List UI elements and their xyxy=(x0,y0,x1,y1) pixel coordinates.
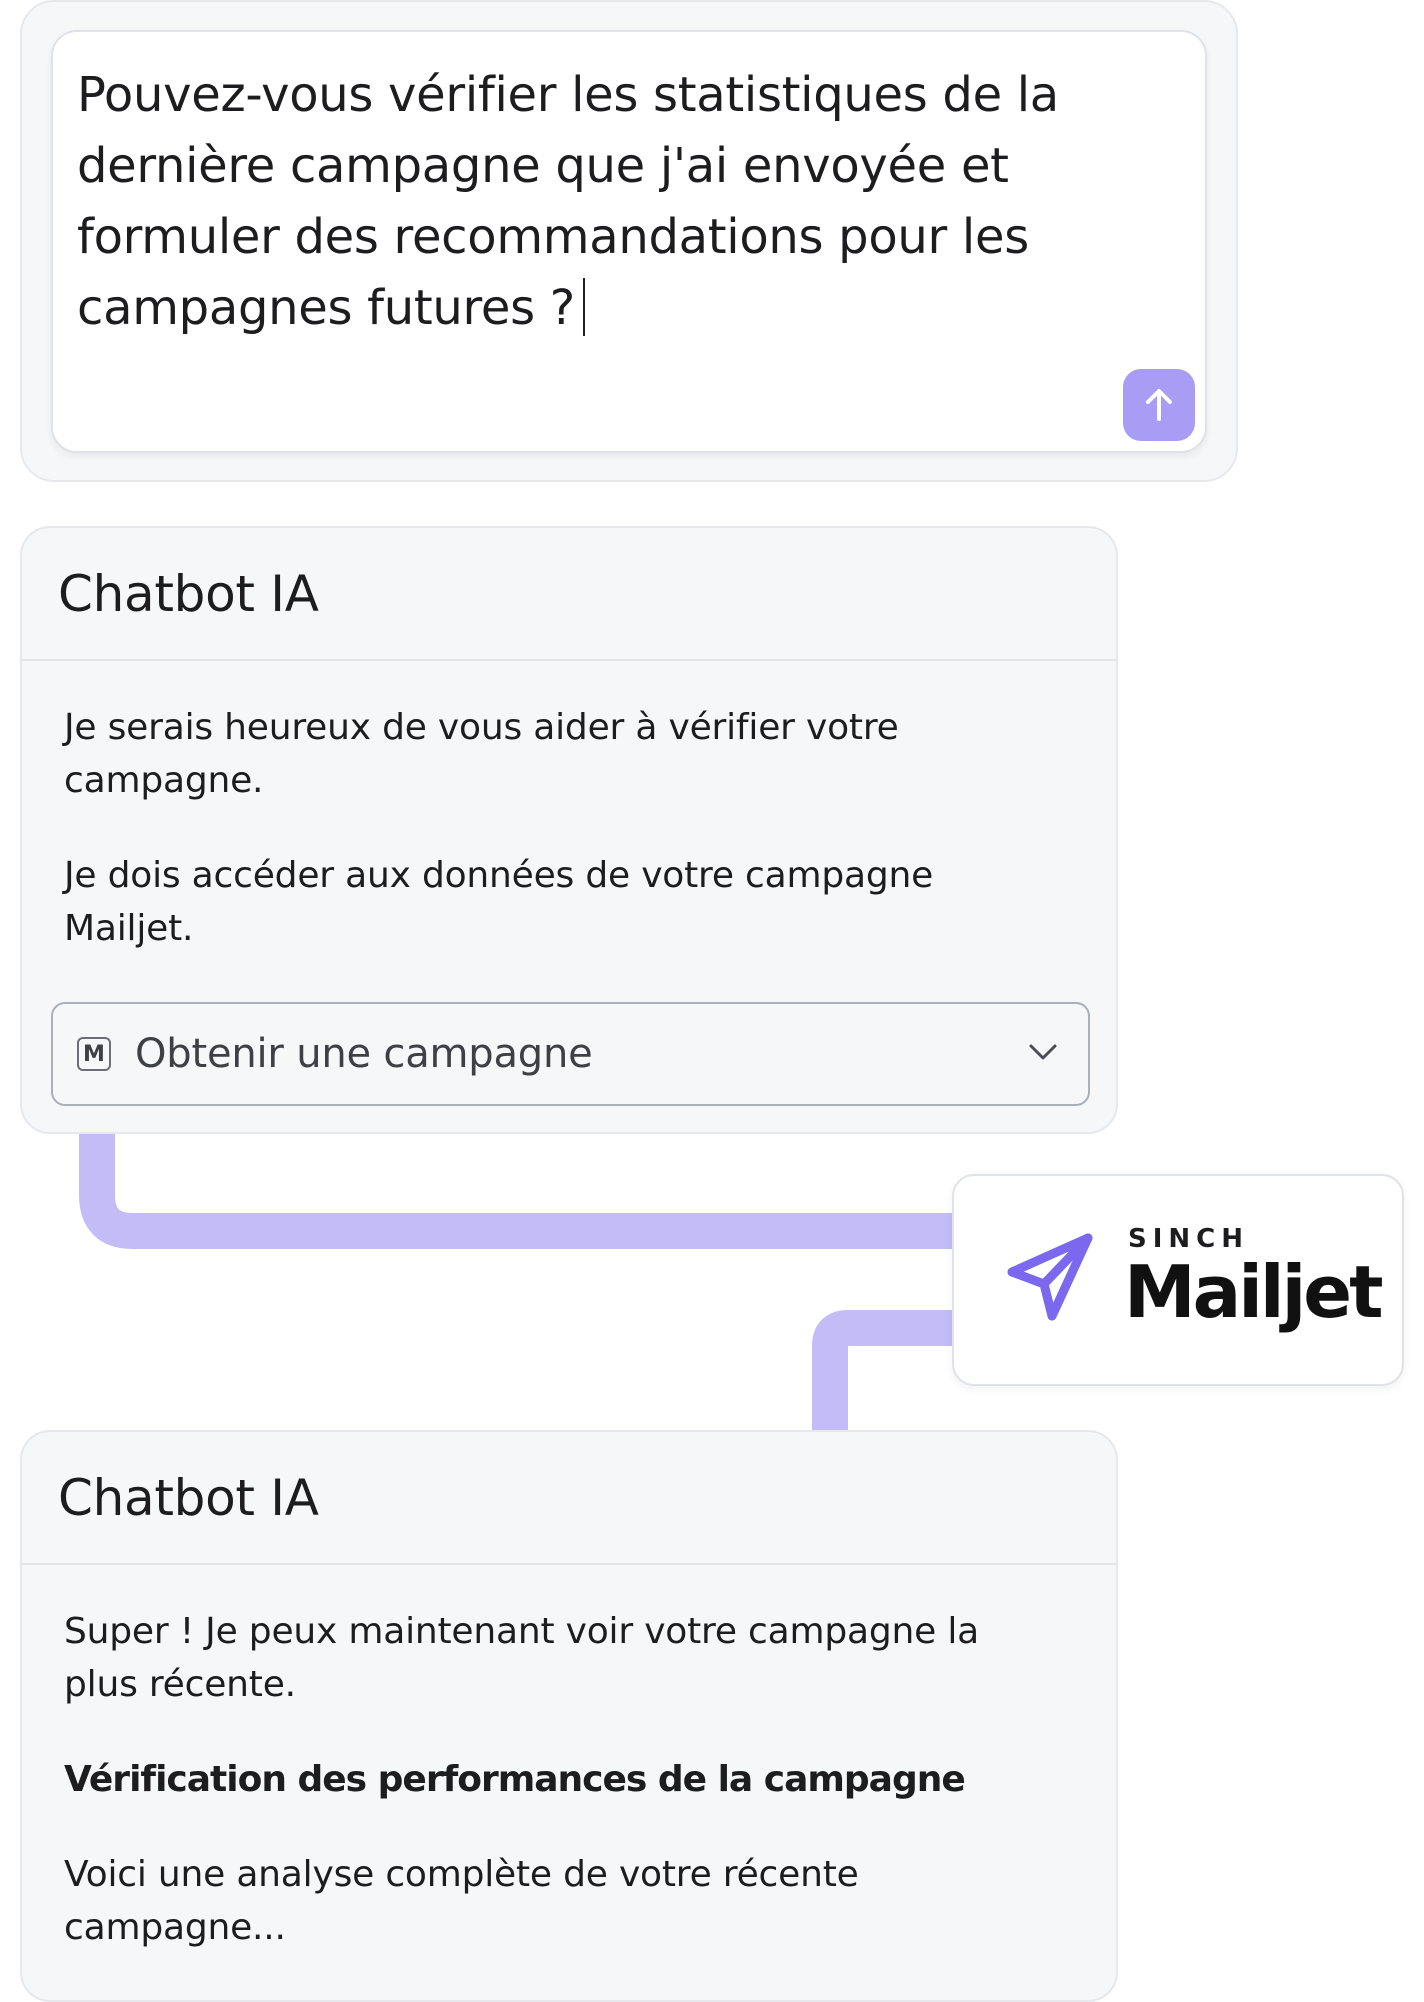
message-paragraph: Voici une analyse complète de votre réce… xyxy=(64,1854,859,1948)
chatbot-message-card: Chatbot IA Super ! Je peux maintenant vo… xyxy=(20,1430,1118,2002)
tool-call-dropdown[interactable]: M Obtenir une campagne xyxy=(51,1002,1090,1106)
card-body: Super ! Je peux maintenant voir votre ca… xyxy=(22,1565,1116,1954)
message-paragraph: Je serais heureux de vous aider à vérifi… xyxy=(64,707,899,801)
card-body: Je serais heureux de vous aider à vérifi… xyxy=(22,661,1116,955)
composer-container: Pouvez-vous vérifier les statistiques de… xyxy=(20,0,1238,482)
mailjet-logo-card: SINCH Mailjet xyxy=(952,1174,1404,1386)
mailjet-badge-icon: M xyxy=(77,1037,111,1071)
message-input[interactable]: Pouvez-vous vérifier les statistiques de… xyxy=(51,30,1207,453)
message-paragraph: Je dois accéder aux données de votre cam… xyxy=(64,855,934,949)
mailjet-wordmark: Mailjet xyxy=(1124,1250,1384,1334)
message-input-text[interactable]: Pouvez-vous vérifier les statistiques de… xyxy=(77,60,1187,344)
card-header: Chatbot IA xyxy=(22,1432,1116,1565)
chevron-down-icon xyxy=(1029,1044,1057,1060)
send-button[interactable] xyxy=(1123,369,1195,441)
text-caret xyxy=(582,278,585,336)
arrow-up-icon xyxy=(1146,389,1172,421)
tool-call-label: Obtenir une campagne xyxy=(135,1031,593,1077)
paper-plane-icon xyxy=(1007,1233,1093,1321)
chatbot-message-card: Chatbot IA Je serais heureux de vous aid… xyxy=(20,526,1118,1134)
message-paragraph: Super ! Je peux maintenant voir votre ca… xyxy=(64,1611,980,1705)
card-header: Chatbot IA xyxy=(22,528,1116,661)
message-heading: Vérification des performances de la camp… xyxy=(64,1759,966,1800)
chatbot-title: Chatbot IA xyxy=(58,1468,319,1527)
chatbot-title: Chatbot IA xyxy=(58,564,319,623)
